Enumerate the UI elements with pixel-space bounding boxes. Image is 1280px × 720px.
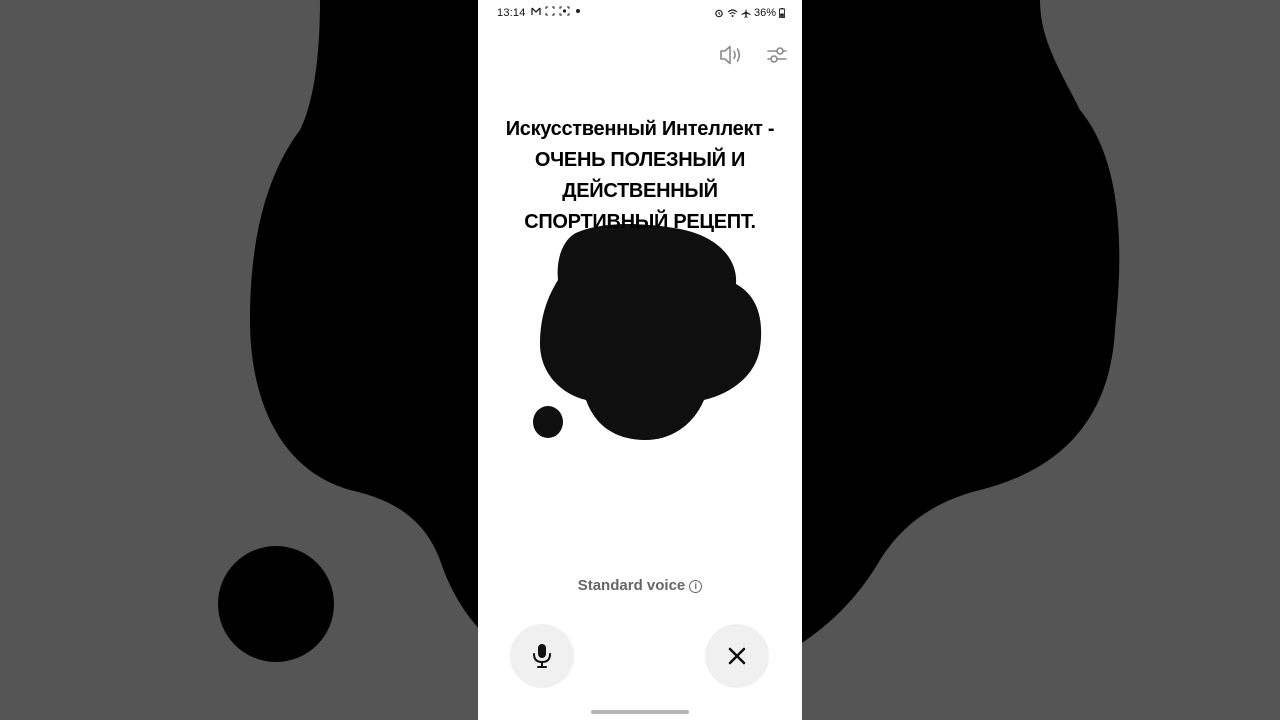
info-icon[interactable]: i (689, 580, 703, 593)
voice-label-text: Standard voice (577, 577, 686, 594)
headline-line-3: ДЕЙСТВЕННЫЙ (562, 180, 718, 202)
home-indicator[interactable] (591, 710, 689, 714)
microphone-button[interactable] (510, 624, 574, 688)
close-button[interactable] (705, 624, 769, 688)
microphone-icon (533, 644, 551, 668)
headline-line-2: ОЧЕНЬ ПОЛЕЗНЫЙ И (534, 149, 746, 171)
headline-caption: Искусственный Интеллект - ОЧЕНЬ ПОЛЕЗНЫЙ… (490, 114, 790, 238)
voice-label[interactable]: Standard voice i (478, 577, 802, 594)
voice-orb-small-blob (533, 406, 563, 438)
voice-orb-shape (540, 224, 762, 440)
background-small-blob (218, 546, 334, 662)
headline-line-4: СПОРТИВНЫЙ РЕЦЕПТ. (524, 211, 756, 233)
headline-line-1: Искусственный Интеллект - (505, 118, 775, 140)
close-icon (728, 647, 746, 665)
phone-screen: 13:14 36% Искусственный Интеллект - ОЧЕН… (478, 0, 802, 720)
